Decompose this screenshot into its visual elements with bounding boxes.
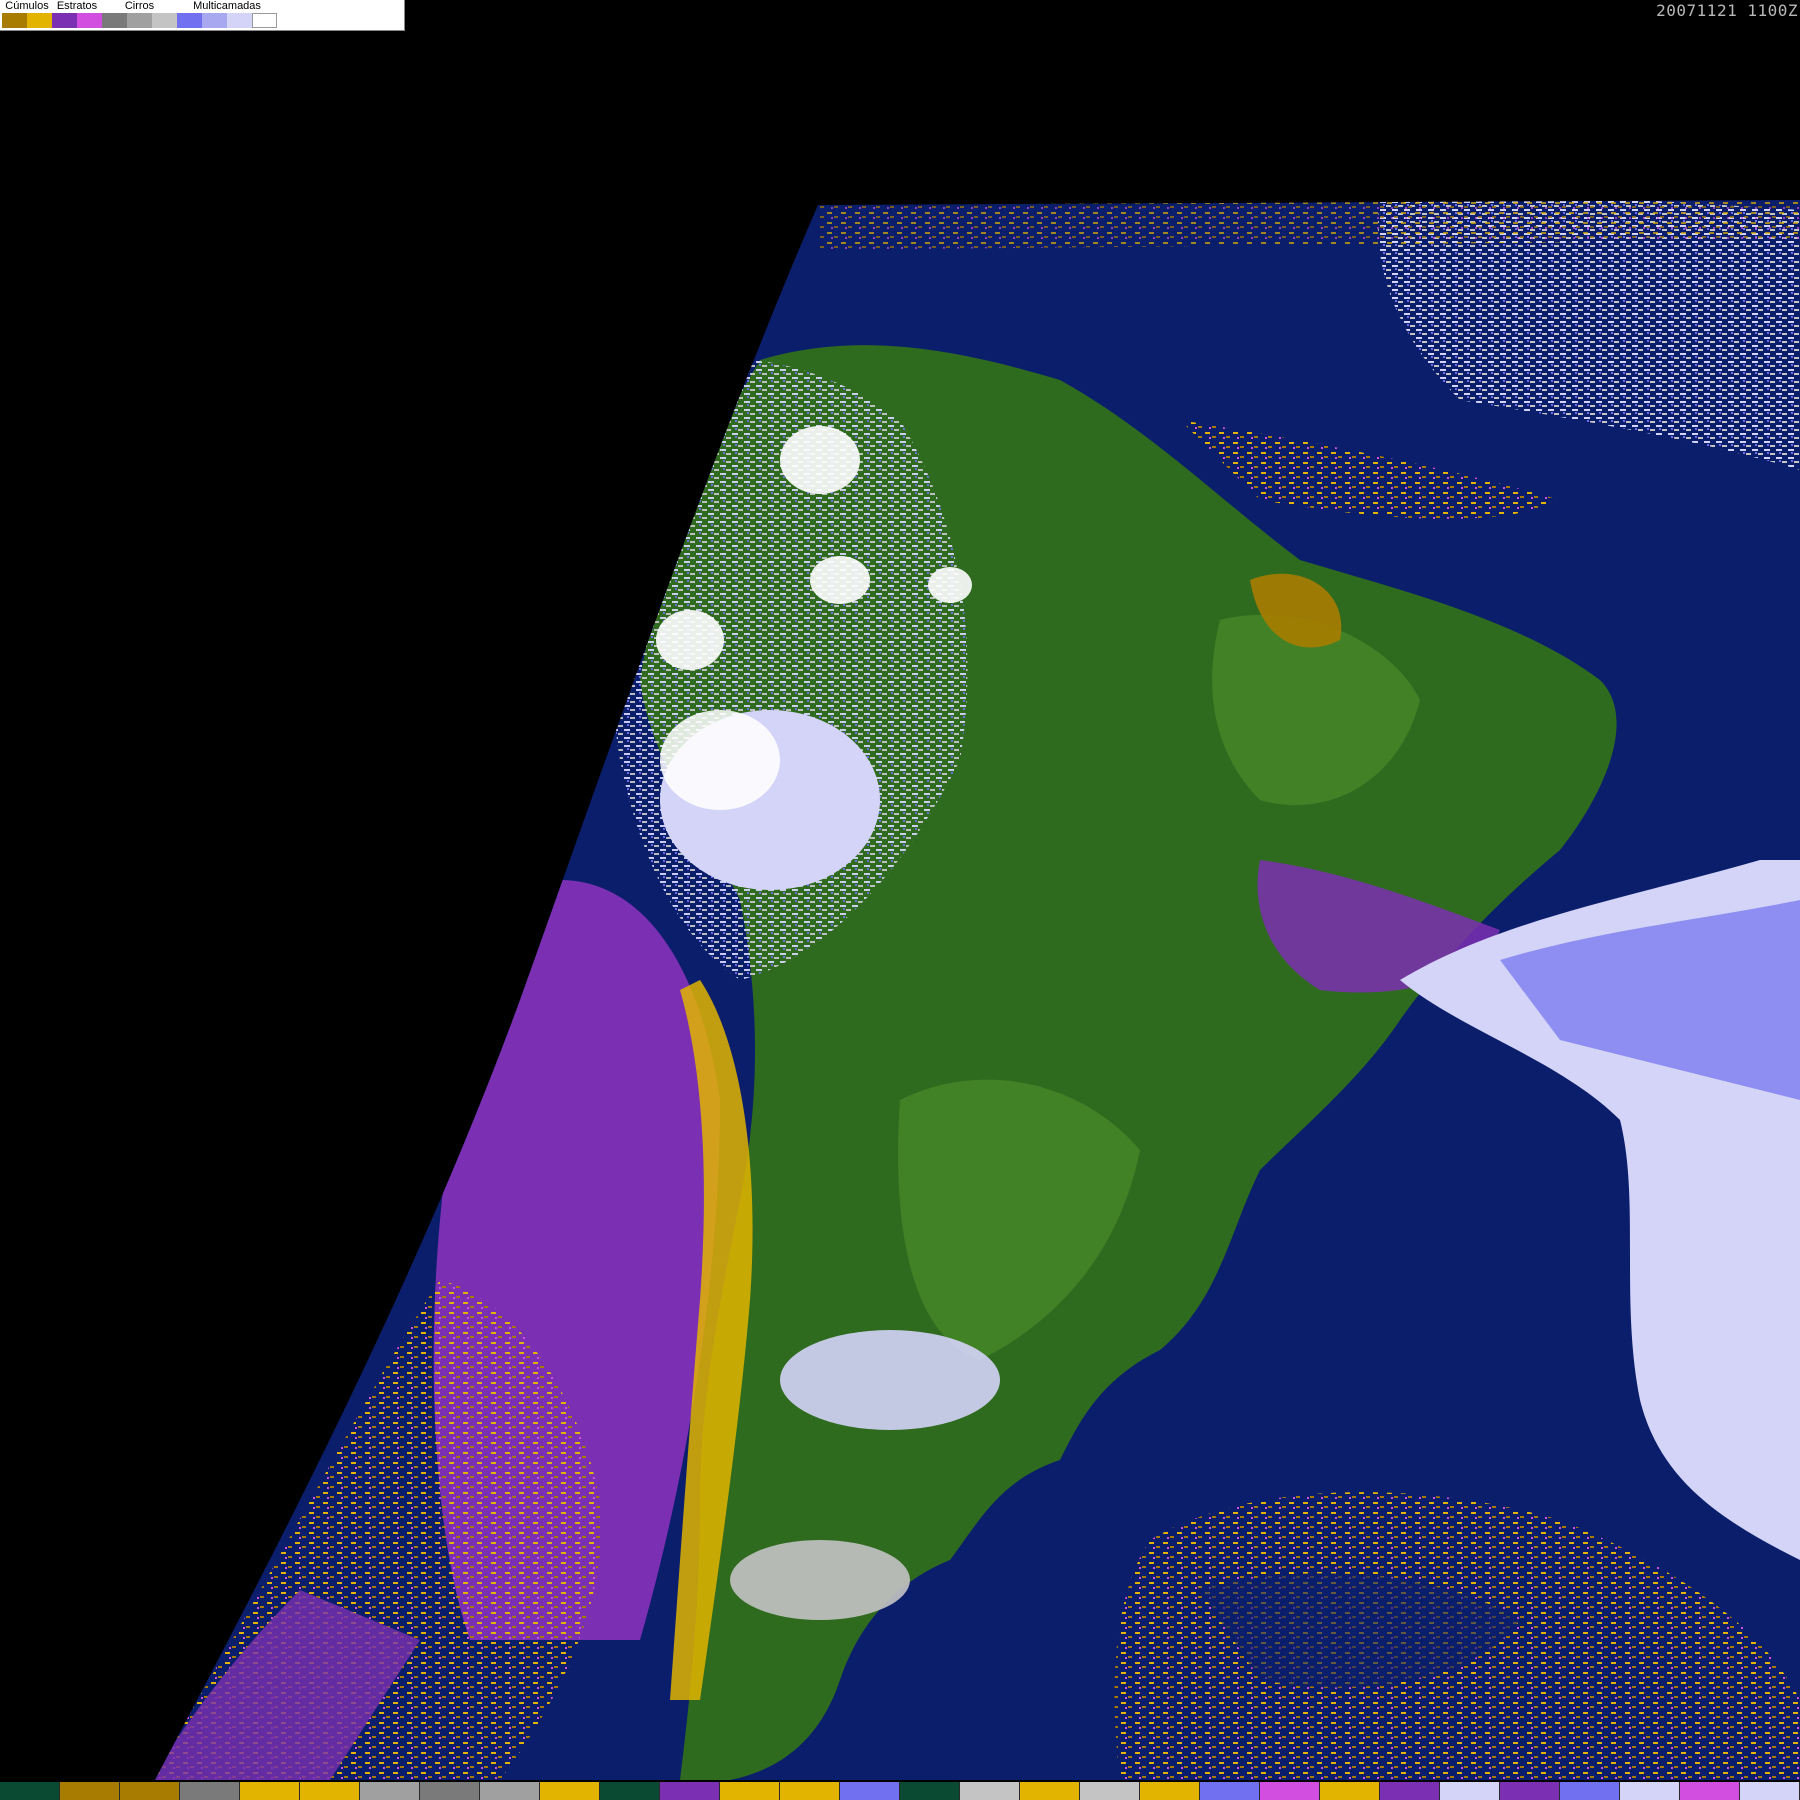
strip-cell	[1200, 1782, 1260, 1800]
convective-core-1	[660, 710, 780, 810]
legend-swatch	[252, 13, 277, 28]
strip-cell	[360, 1782, 420, 1800]
convective-core-4	[810, 556, 870, 604]
patagonia-clouds	[730, 1540, 910, 1620]
legend-label-1: Estratos	[56, 0, 98, 12]
strip-cell	[180, 1782, 240, 1800]
legend-swatch	[227, 13, 252, 28]
strip-cell	[1680, 1782, 1740, 1800]
image-timestamp: 20071121 1100Z	[1656, 1, 1798, 20]
strip-cell	[120, 1782, 180, 1800]
legend-swatch	[127, 13, 152, 28]
strip-cell	[1560, 1782, 1620, 1800]
strip-cell	[1440, 1782, 1500, 1800]
convective-core-3	[656, 610, 724, 670]
strip-cell	[1260, 1782, 1320, 1800]
strip-cell	[1620, 1782, 1680, 1800]
strip-cell	[480, 1782, 540, 1800]
legend-swatch	[152, 13, 177, 28]
convective-core-2	[780, 426, 860, 494]
legend-swatch	[27, 13, 52, 28]
strip-cell	[840, 1782, 900, 1800]
strip-cell	[960, 1782, 1020, 1800]
strip-cell	[1740, 1782, 1800, 1800]
legend-swatch	[202, 13, 227, 28]
legend-swatch	[2, 13, 27, 28]
legend-swatch	[52, 13, 77, 28]
strip-cell	[780, 1782, 840, 1800]
strip-cell	[660, 1782, 720, 1800]
strip-cell	[0, 1782, 60, 1800]
earth-disk	[155, 200, 1800, 1780]
strip-cell	[900, 1782, 960, 1800]
strip-cell	[300, 1782, 360, 1800]
strip-cell	[1140, 1782, 1200, 1800]
satellite-map	[155, 200, 1800, 1780]
strip-cell	[1020, 1782, 1080, 1800]
legend-label-2: Cirros	[124, 0, 155, 12]
central-argentina-clouds	[780, 1330, 1000, 1430]
legend-swatch	[77, 13, 102, 28]
legend-label-0: Cúmulos	[5, 0, 49, 12]
strip-cell	[240, 1782, 300, 1800]
legend-swatch	[102, 13, 127, 28]
cloud-type-legend: Cúmulos Estratos Cirros Multicamadas	[0, 0, 405, 31]
strip-cell	[60, 1782, 120, 1800]
legend-label-3: Multicamadas	[193, 0, 261, 12]
convective-core-5	[928, 567, 972, 603]
satellite-cloud-classification-view: Cúmulos Estratos Cirros Multicamadas 200711…	[0, 0, 1800, 1800]
strip-cell	[540, 1782, 600, 1800]
strip-cell	[1500, 1782, 1560, 1800]
strip-cell	[1380, 1782, 1440, 1800]
strip-cell	[1080, 1782, 1140, 1800]
strip-cell	[720, 1782, 780, 1800]
strip-cell	[420, 1782, 480, 1800]
strip-cell	[600, 1782, 660, 1800]
legend-swatch	[177, 13, 202, 28]
strip-cell	[1320, 1782, 1380, 1800]
bottom-color-strip	[0, 1782, 1800, 1800]
